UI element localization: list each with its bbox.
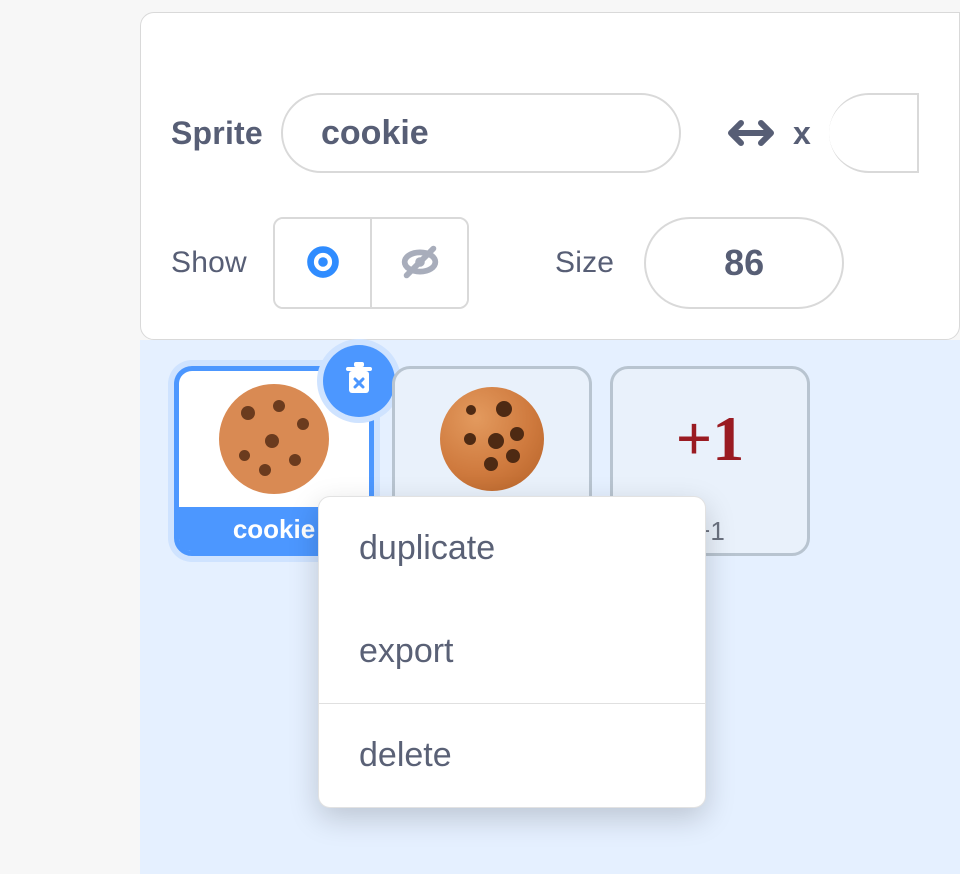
sprite-thumb-art: +1	[613, 369, 807, 509]
context-menu-export[interactable]: export	[319, 600, 705, 703]
sprite-x-input[interactable]	[829, 93, 919, 173]
context-menu-duplicate[interactable]: duplicate	[319, 497, 705, 600]
x-label: x	[793, 115, 811, 152]
sprite-name-input[interactable]	[281, 93, 681, 173]
context-menu-delete[interactable]: delete	[319, 704, 705, 807]
delete-sprite-button[interactable]	[323, 345, 395, 417]
eye-open-icon	[300, 239, 346, 288]
plus-one-icon: +1	[676, 402, 744, 476]
show-hidden-button[interactable]	[372, 219, 467, 307]
horizontal-arrows-icon	[727, 117, 775, 149]
cookie-shaded-icon	[440, 387, 544, 491]
cookie-flat-icon	[219, 384, 329, 494]
sprite-info-panel: Sprite x Show	[140, 12, 960, 340]
sprite-size-input[interactable]	[644, 217, 844, 309]
visibility-toggle	[273, 217, 469, 309]
show-label: Show	[171, 246, 267, 280]
show-visible-button[interactable]	[275, 219, 370, 307]
sprite-context-menu: duplicate export delete	[318, 496, 706, 808]
trash-icon	[339, 359, 379, 404]
sprite-label: Sprite	[171, 115, 281, 152]
size-label: Size	[555, 246, 614, 280]
sprite-thumb-art	[395, 369, 589, 509]
sprite-show-size-row: Show	[141, 213, 959, 313]
eye-closed-icon	[397, 239, 443, 288]
sprite-x-group: x	[727, 93, 919, 173]
sprite-name-row: Sprite x	[141, 83, 959, 183]
